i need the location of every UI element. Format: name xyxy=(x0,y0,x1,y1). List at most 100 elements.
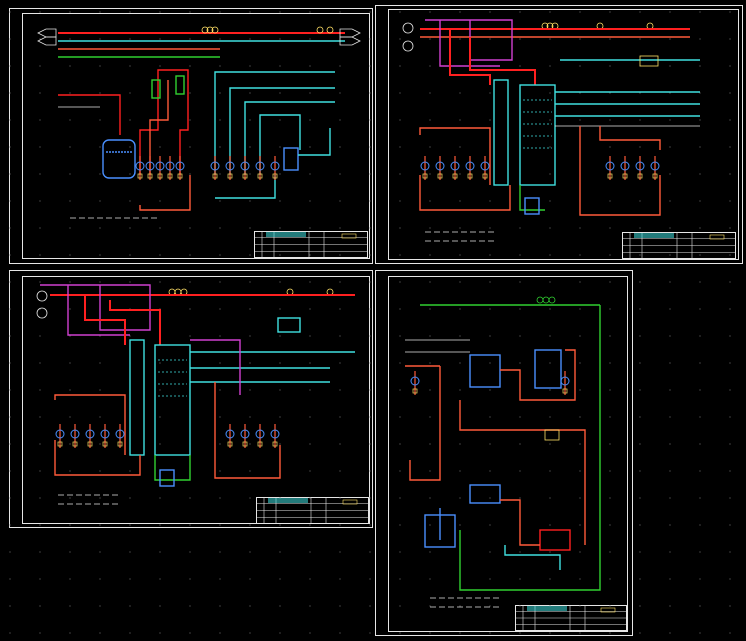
instrument-bubble xyxy=(542,296,550,304)
grid-dot xyxy=(609,281,611,283)
grid-dot xyxy=(249,362,251,364)
grid-dot xyxy=(429,38,431,40)
grid-dot xyxy=(579,335,581,337)
grid-dot xyxy=(219,605,221,607)
grid-dot xyxy=(159,632,161,634)
grid-dot xyxy=(669,254,671,256)
grid-dot xyxy=(279,416,281,418)
grid-dot xyxy=(609,605,611,607)
grid-dot xyxy=(189,308,191,310)
grid-dot xyxy=(339,200,341,202)
grid-dot xyxy=(279,335,281,337)
s1-vessel-line xyxy=(298,128,331,156)
grid-dot xyxy=(129,254,131,256)
grid-dot xyxy=(249,335,251,337)
grid-dot xyxy=(549,38,551,40)
grid-dot xyxy=(429,281,431,283)
grid-dot xyxy=(249,200,251,202)
grid-dot xyxy=(489,200,491,202)
s3-column-trays xyxy=(158,359,187,397)
grid-dot xyxy=(279,443,281,445)
instrument-bubble xyxy=(548,296,556,304)
grid-dot xyxy=(699,443,701,445)
grid-dot xyxy=(519,362,521,364)
grid-dot xyxy=(549,416,551,418)
grid-dot xyxy=(429,497,431,499)
grid-dot xyxy=(609,416,611,418)
grid-dot xyxy=(729,281,731,283)
grid-dot xyxy=(729,65,731,67)
grid-dot xyxy=(369,254,371,256)
grid-dot xyxy=(9,578,11,580)
grid-dot xyxy=(279,362,281,364)
grid-dot xyxy=(339,65,341,67)
grid-dot xyxy=(609,335,611,337)
grid-dot xyxy=(489,11,491,13)
s3-blower-b xyxy=(36,307,48,319)
grid-dot xyxy=(669,470,671,472)
grid-dot xyxy=(39,362,41,364)
grid-dot xyxy=(369,200,371,202)
s1-cw-branch-3 xyxy=(244,101,335,175)
grid-dot xyxy=(159,227,161,229)
grid-dot xyxy=(189,119,191,121)
grid-dot xyxy=(699,524,701,526)
sheet-2-flow-diagram xyxy=(402,19,700,216)
grid-dot xyxy=(699,254,701,256)
grid-dot xyxy=(429,416,431,418)
grid-dot xyxy=(189,281,191,283)
grid-dot xyxy=(339,308,341,310)
grid-dot xyxy=(69,632,71,634)
grid-dot xyxy=(39,470,41,472)
grid-dot xyxy=(489,524,491,526)
grid-dot xyxy=(549,200,551,202)
grid-dot xyxy=(39,281,41,283)
grid-dot xyxy=(519,497,521,499)
grid-dot xyxy=(459,38,461,40)
grid-dot xyxy=(129,470,131,472)
grid-dot xyxy=(9,551,11,553)
grid-dot xyxy=(459,443,461,445)
s1-arrow-in-2 xyxy=(37,36,57,46)
s3-right-loop xyxy=(214,382,281,479)
grid-dot xyxy=(729,524,731,526)
grid-dot xyxy=(339,497,341,499)
grid-dot xyxy=(519,227,521,229)
grid-dot xyxy=(99,605,101,607)
grid-dot xyxy=(69,11,71,13)
grid-dot xyxy=(609,308,611,310)
grid-dot xyxy=(369,146,371,148)
grid-dot xyxy=(729,11,731,13)
s4-return-lower xyxy=(500,499,540,546)
grid-dot xyxy=(279,254,281,256)
grid-dot xyxy=(219,92,221,94)
grid-dot xyxy=(219,551,221,553)
grid-dot xyxy=(669,389,671,391)
grid-dot xyxy=(519,605,521,607)
grid-dot xyxy=(339,470,341,472)
grid-dot xyxy=(399,497,401,499)
grid-dot xyxy=(579,227,581,229)
grid-dot xyxy=(219,38,221,40)
grid-dot xyxy=(249,119,251,121)
grid-dot xyxy=(669,443,671,445)
grid-dot xyxy=(369,92,371,94)
grid-dot xyxy=(309,281,311,283)
s1-cw-branch-4 xyxy=(259,114,301,175)
grid-dot xyxy=(9,632,11,634)
grid-dot xyxy=(309,146,311,148)
grid-dot xyxy=(399,281,401,283)
s4-hot-loop-2 xyxy=(459,400,586,545)
grid-dot xyxy=(9,497,11,499)
grid-dot xyxy=(279,65,281,67)
grid-dot xyxy=(279,11,281,13)
grid-dot xyxy=(339,119,341,121)
grid-dot xyxy=(699,65,701,67)
grid-dot xyxy=(159,254,161,256)
grid-dot xyxy=(669,119,671,121)
grid-dot xyxy=(189,173,191,175)
grid-dot xyxy=(669,146,671,148)
grid-dot xyxy=(279,524,281,526)
grid-dot xyxy=(639,11,641,13)
title-block-header-band xyxy=(634,233,674,238)
